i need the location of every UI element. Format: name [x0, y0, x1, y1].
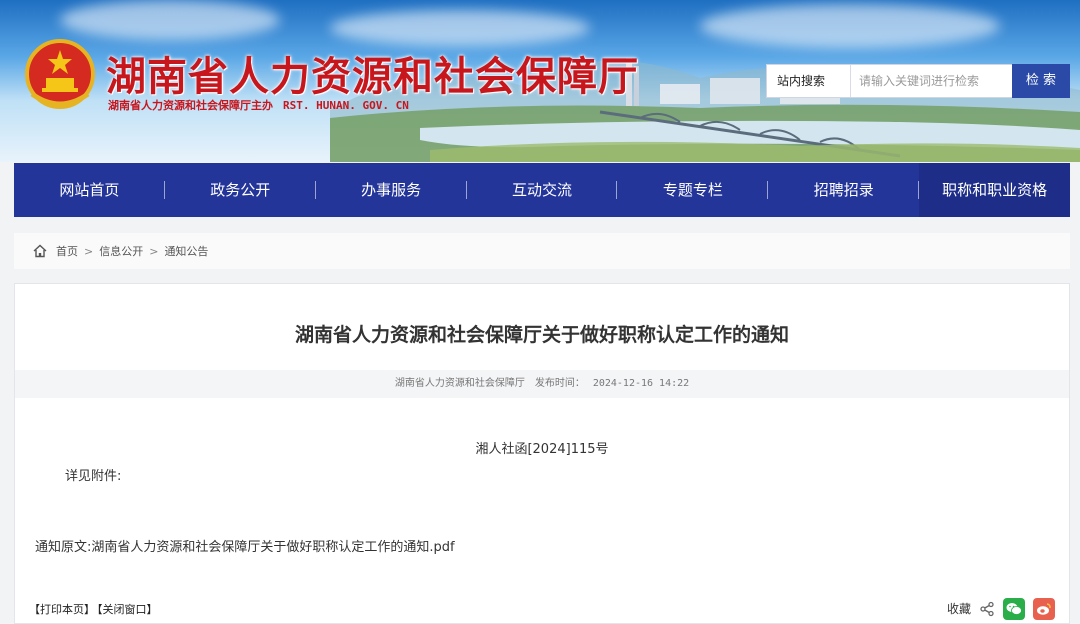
search-input[interactable]: [851, 65, 1012, 97]
site-search: 站内搜索 检 索: [766, 64, 1070, 98]
document-number: 湘人社函[2024]115号: [475, 442, 609, 457]
article-panel: 湖南省人力资源和社会保障厅关于做好职称认定工作的通知 湖南省人力资源和社会保障厅…: [14, 283, 1070, 624]
footer-links: 【打印本页】 【关闭窗口】: [29, 601, 160, 617]
nav-item-titles-qualifications[interactable]: 职称和职业资格: [919, 163, 1071, 217]
national-emblem-icon: [25, 39, 95, 109]
attachment-link[interactable]: 湖南省人力资源和社会保障厅关于做好职称认定工作的通知.pdf: [91, 540, 454, 555]
favorite-button[interactable]: 收藏: [947, 600, 971, 617]
attachment-prefix: 通知原文:: [35, 540, 92, 555]
close-window-link[interactable]: 【关闭窗口】: [97, 603, 158, 616]
nav-item-services[interactable]: 办事服务: [316, 163, 467, 217]
publish-date: 2024-12-16 14:22: [592, 378, 690, 389]
breadcrumb: 首页 > 信息公开 > 通知公告: [14, 233, 1070, 269]
share-bar: 收藏: [947, 597, 1055, 620]
nav-item-special-topics[interactable]: 专题专栏: [617, 163, 769, 217]
article-source: 湖南省人力资源和社会保障厅: [394, 378, 525, 389]
nav-item-government-affairs[interactable]: 政务公开: [165, 163, 316, 217]
breadcrumb-notices[interactable]: 通知公告: [164, 243, 208, 259]
site-title: 湖南省人力资源和社会保障厅: [106, 53, 639, 100]
publish-time-label: 发布时间：: [534, 378, 585, 389]
main-nav: 网站首页 政务公开 办事服务 互动交流 专题专栏 招聘招录 职称和职业资格: [14, 163, 1071, 217]
article-body-text: 详见附件:: [65, 469, 122, 484]
site-subtitle: 湖南省人力资源和社会保障厅主办 RST. HUNAN. GOV. CN: [108, 97, 409, 113]
breadcrumb-separator: >: [84, 244, 94, 258]
breadcrumb-home[interactable]: 首页: [56, 243, 78, 259]
nav-item-interaction[interactable]: 互动交流: [467, 163, 618, 217]
search-button[interactable]: 检 索: [1012, 64, 1070, 98]
nav-item-recruitment[interactable]: 招聘招录: [768, 163, 920, 217]
site-url: RST. HUNAN. GOV. CN: [283, 99, 409, 112]
weibo-icon[interactable]: [1033, 597, 1055, 620]
article-title: 湖南省人力资源和社会保障厅关于做好职称认定工作的通知: [294, 324, 789, 346]
site-host-label: 湖南省人力资源和社会保障厅主办: [108, 99, 273, 112]
breadcrumb-info-disclosure[interactable]: 信息公开: [99, 243, 143, 259]
search-scope-label[interactable]: 站内搜索: [767, 65, 851, 97]
print-page-link[interactable]: 【打印本页】: [29, 603, 95, 616]
share-icon[interactable]: [979, 601, 995, 617]
site-banner: 湖南省人力资源和社会保障厅 湖南省人力资源和社会保障厅主办 RST. HUNAN.…: [0, 0, 1080, 162]
article-footer: 【打印本页】 【关闭窗口】 收藏: [15, 592, 1069, 623]
nav-item-home[interactable]: 网站首页: [14, 163, 165, 217]
article-meta: 湖南省人力资源和社会保障厅 发布时间： 2024-12-16 14:22: [15, 370, 1069, 398]
breadcrumb-separator: >: [149, 244, 159, 258]
wechat-icon[interactable]: [1003, 597, 1025, 620]
home-icon[interactable]: [32, 243, 48, 259]
attachment-line: 通知原文:湖南省人力资源和社会保障厅关于做好职称认定工作的通知.pdf: [35, 536, 455, 555]
